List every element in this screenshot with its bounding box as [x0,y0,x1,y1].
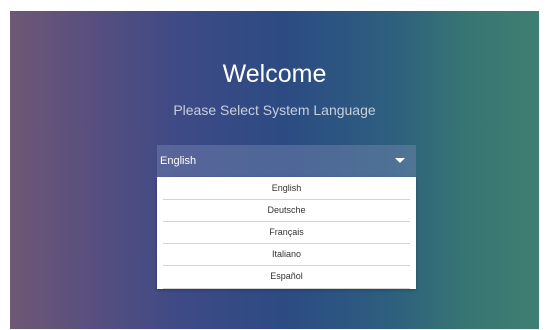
language-dropdown-list: English Deutsche Français Italiano Españ… [157,177,416,289]
language-option-deutsche[interactable]: Deutsche [157,199,416,221]
welcome-title: Welcome [222,60,327,88]
selected-language: English [160,155,197,167]
language-option-espanol[interactable]: Español [157,265,416,289]
language-option-english[interactable]: English [157,177,416,199]
welcome-screen: Welcome Please Select System Language En… [10,11,539,329]
caret-down-icon [395,158,405,163]
language-select[interactable]: English [157,145,416,177]
language-prompt: Please Select System Language [173,102,376,118]
language-option-francais[interactable]: Français [157,221,416,243]
language-option-italiano[interactable]: Italiano [157,243,416,265]
